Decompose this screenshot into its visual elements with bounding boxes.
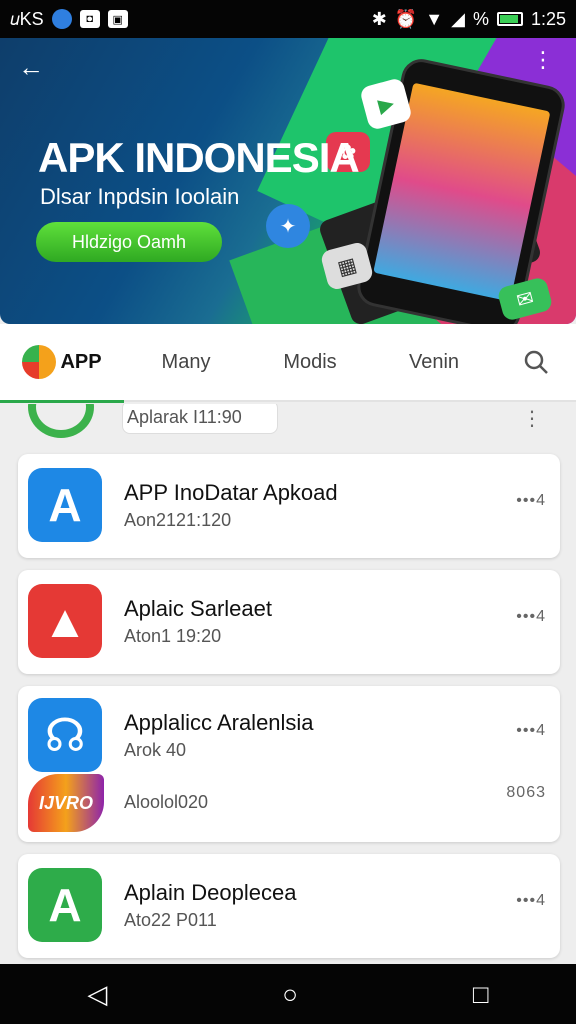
more-options-button[interactable]: •••4 bbox=[516, 608, 546, 626]
app-logo-icon bbox=[22, 345, 57, 379]
list-item[interactable]: A APP InoDatar Apkoad Aon2121:120 •••4 bbox=[18, 454, 560, 558]
nav-home-icon[interactable]: ○ bbox=[282, 979, 298, 1010]
app-count: 8063 bbox=[506, 784, 546, 801]
list-item-meta: Aplarak I11:90 bbox=[122, 404, 278, 434]
banner-title: APK INDONESIA bbox=[38, 134, 360, 181]
banner-subtitle: Dlsar Inpdsin Ioolain bbox=[40, 184, 240, 209]
battery-icon bbox=[496, 12, 523, 26]
app-meta: Aon2121:120 bbox=[124, 510, 232, 530]
gallery-icon: ▣ bbox=[107, 10, 128, 28]
share-tile-icon: ✦ bbox=[266, 204, 310, 248]
tab-many[interactable]: Many bbox=[124, 323, 248, 401]
headphones-app-icon: ☊ bbox=[28, 698, 102, 772]
app-meta: Aton1 19:20 bbox=[124, 626, 222, 646]
app-name: Aplain Deoplecea bbox=[124, 880, 297, 905]
app-a-icon: A bbox=[28, 468, 102, 542]
tab-modis[interactable]: Modis bbox=[248, 323, 372, 401]
video-app-icon-label: IJVRO bbox=[38, 792, 94, 813]
list-item[interactable]: ☊ Applalicc Aralenlsia Arok 40 •••4 IJVR… bbox=[18, 686, 560, 842]
tab-app[interactable]: APP bbox=[0, 323, 124, 403]
more-options-icon[interactable]: ⋮ bbox=[522, 406, 542, 431]
alarm-icon: ⏰ bbox=[394, 8, 418, 29]
list-item[interactable]: ▲ Aplaic Sarleaet Aton1 19:20 •••4 bbox=[18, 570, 560, 674]
list-item[interactable]: A Aplain Deoplecea Ato22 P011 •••4 bbox=[18, 854, 560, 958]
status-time: 1:25 bbox=[530, 8, 566, 29]
nav-back-icon[interactable]: ◁ bbox=[87, 979, 107, 1010]
wifi-icon: ▼ bbox=[425, 8, 444, 29]
status-carrier-text: 𝑢KS bbox=[10, 8, 44, 29]
tab-bar: APP Many Modis Venin bbox=[0, 323, 576, 403]
app-list: Aplarak I11:90 ⋮ A APP InoDatar Apkoad A… bbox=[0, 404, 576, 964]
battery-percent: % bbox=[472, 8, 489, 29]
search-icon[interactable] bbox=[496, 323, 576, 401]
notification-icon: ◘ bbox=[79, 10, 100, 28]
tab-app-label: APP bbox=[60, 350, 102, 373]
signal-icon: ◢ bbox=[451, 8, 465, 29]
more-options-button[interactable]: •••4 bbox=[516, 722, 546, 740]
app-name: APP InoDatar Apkoad bbox=[124, 480, 338, 505]
app-sub-meta: Aloolol020 bbox=[124, 792, 209, 812]
status-bar: 𝑢KS ◘ ▣ ✱ ⏰ ▼ ◢ % 1:25 bbox=[0, 0, 576, 38]
more-options-button[interactable]: •••4 bbox=[516, 492, 546, 510]
more-options-button[interactable]: •••4 bbox=[516, 892, 546, 910]
app-meta: Arok 40 bbox=[124, 740, 187, 760]
app-name: Aplaic Sarleaet bbox=[124, 596, 272, 621]
back-arrow-icon[interactable]: ← bbox=[18, 52, 44, 83]
app-store-icon: ▲ bbox=[28, 584, 102, 658]
messenger-icon bbox=[51, 9, 72, 29]
app-name: Applalicc Aralenlsia bbox=[124, 710, 314, 735]
nav-recents-icon[interactable]: □ bbox=[473, 979, 489, 1010]
tab-venin[interactable]: Venin bbox=[372, 323, 496, 401]
app-meta: Ato22 P011 bbox=[124, 910, 217, 930]
banner-cta-button[interactable]: Hldzigo Oamh bbox=[36, 222, 222, 262]
navigation-bar: ◁ ○ □ bbox=[0, 964, 576, 1024]
video-app-icon: IJVRO bbox=[28, 774, 104, 832]
more-options-icon[interactable]: ⋮ bbox=[532, 49, 554, 71]
bluetooth-icon: ✱ bbox=[371, 8, 387, 29]
browser-app-icon bbox=[28, 404, 94, 438]
app-a-green-icon: A bbox=[28, 868, 102, 942]
hero-banner: ▶ ✿ ✦ ▦ ✉ ← ⋮ APK INDONESIA Dlsar Inpdsi… bbox=[0, 38, 576, 324]
list-item[interactable]: Aplarak I11:90 ⋮ bbox=[18, 404, 558, 444]
